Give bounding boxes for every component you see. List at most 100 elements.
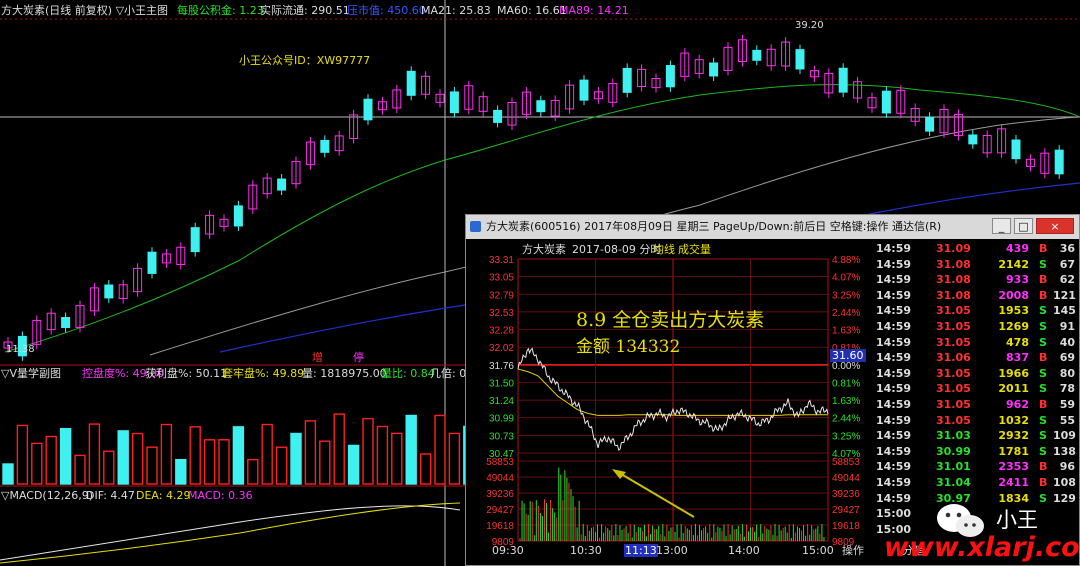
volume-bar [347, 444, 360, 485]
popup-titlebar[interactable]: 方大炭素(600516) 2017年08月09日 星期三 PageUp/Down… [466, 215, 1079, 239]
trade-bs: S [1039, 429, 1047, 443]
header-item-ma21: MA21: 25.83 [421, 4, 491, 17]
intraday-chart[interactable]: 33.31 4.88% 33.05 4.07% 32.79 3.25% 32.53 2.44%… [466, 239, 876, 565]
pct-tick-label: 0.00% [832, 361, 860, 372]
pct-tick-label: 4.88% [832, 255, 860, 266]
volume-bar [189, 426, 201, 485]
wechat-watermark: 小王 www.xlarj.com [884, 498, 1080, 566]
candle-body [968, 134, 978, 145]
trade-price: 31.05 [936, 366, 971, 380]
candle-body [579, 79, 589, 101]
trade-bs: S [1039, 382, 1047, 396]
trade-vol: 2008 [998, 288, 1029, 302]
pct-tick-label: 0.81% [832, 378, 860, 389]
trade-row: 14:59 31.05 1269 S 91 [873, 320, 1079, 336]
price-tick-label: 30.99 [489, 414, 514, 425]
close-button[interactable]: × [1036, 218, 1074, 234]
trade-price: 31.09 [936, 242, 971, 255]
vol-tick-label: 49044 [486, 473, 514, 484]
candle-body [795, 49, 805, 70]
vol-tick-label-right: 19618 [832, 521, 860, 532]
vol-panel-title[interactable]: ▽V量学副图 [1, 367, 61, 380]
vol-tick-label: 29427 [486, 505, 514, 516]
trade-n: 67 [1059, 257, 1075, 271]
header-item-liutong: 实际流通: 290.51 [260, 4, 350, 17]
trade-bs: B [1039, 351, 1048, 365]
trade-price: 30.99 [936, 444, 971, 458]
popup-title: 方大炭素(600516) 2017年08月09日 星期三 PageUp/Down… [486, 220, 942, 233]
pct-tick-label: 1.63% [832, 326, 860, 337]
price-tick-label: 32.02 [489, 343, 514, 354]
price-tick-label: 30.73 [489, 431, 514, 442]
price-tick-label: 33.31 [489, 255, 514, 266]
volume-bar [405, 414, 417, 485]
candle-body [320, 139, 330, 153]
low-price-label: 11.38 [6, 344, 35, 355]
trade-time: 14:59 [876, 273, 912, 287]
trade-time: 14:59 [876, 429, 912, 443]
trade-time: 14:59 [876, 257, 912, 271]
volume-bar [362, 417, 374, 485]
minimize-button[interactable]: _ [992, 218, 1011, 234]
vol-tick-label-right: 39236 [832, 489, 860, 500]
time-1030: 10:30 [570, 544, 602, 557]
volume-bar [160, 423, 173, 485]
trade-bs: B [1039, 273, 1048, 287]
trade-vol: 837 [1006, 351, 1029, 365]
volume-bar [203, 439, 216, 485]
candle-body [709, 62, 719, 77]
trade-vol: 1781 [998, 444, 1029, 458]
trade-row: 14:59 31.05 2011 S 78 [873, 382, 1079, 398]
volume-bar [59, 427, 72, 485]
trade-n: 59 [1059, 398, 1075, 411]
candle-body [233, 205, 243, 227]
trade-row: 14:59 31.08 2142 S 67 [873, 258, 1079, 274]
volume-bar [319, 440, 331, 485]
trade-vol: 2932 [998, 429, 1029, 443]
volume-bar [419, 453, 432, 485]
pct-tick-label: 4.07% [832, 273, 860, 284]
maximize-button[interactable]: □ [1014, 218, 1033, 234]
trade-vol: 933 [1006, 273, 1029, 287]
volume-bar [31, 442, 43, 485]
trade-bs: S [1039, 413, 1047, 427]
tab-caozuo[interactable]: 操作 [842, 544, 864, 557]
candle-body [622, 67, 632, 93]
macd-panel-title[interactable]: ▽MACD(12,26,9) [1, 489, 93, 502]
time-cursor: 11:13 [624, 544, 658, 557]
trade-bs: S [1039, 257, 1047, 271]
volume-bar [218, 439, 230, 485]
trade-n: 78 [1059, 382, 1075, 396]
pct-tick-label: 3.25% [832, 431, 860, 442]
volume-bar [146, 446, 158, 485]
price-tick-label: 33.05 [489, 273, 514, 284]
trade-vol: 1953 [998, 304, 1029, 318]
volume-bar [16, 424, 29, 485]
candle-body [406, 70, 416, 96]
macd-dif: DIF: 4.47 [86, 489, 135, 502]
vol-liang: 量: 1818975.00 [302, 367, 387, 380]
trade-time: 14:59 [876, 382, 912, 396]
candle-body [881, 90, 891, 114]
candle-body [925, 116, 935, 132]
trade-bs: S [1039, 304, 1047, 318]
trade-n: 109 [1053, 429, 1076, 443]
trade-vol: 2411 [998, 476, 1029, 489]
amount-annotation: 金额 134332 [576, 337, 681, 357]
trade-price: 31.06 [936, 351, 971, 365]
volume-bar [434, 414, 446, 485]
header-item-gongjijin: 每股公积金: 1.23 [177, 4, 264, 17]
trade-price: 31.05 [936, 335, 971, 349]
trade-bs: S [1039, 335, 1047, 349]
trade-bs: S [1039, 444, 1047, 458]
candle-body [536, 100, 546, 113]
trade-time: 14:59 [876, 491, 912, 505]
trade-time: 14:59 [876, 398, 912, 411]
trade-vol: 478 [1006, 335, 1029, 349]
price-tick-label: 31.76 [489, 361, 514, 372]
candle-body [61, 317, 71, 329]
trade-price: 31.04 [936, 476, 971, 489]
pct-tick-label: 1.63% [832, 396, 860, 407]
candle-body [449, 91, 459, 114]
volume-bar [131, 432, 144, 485]
